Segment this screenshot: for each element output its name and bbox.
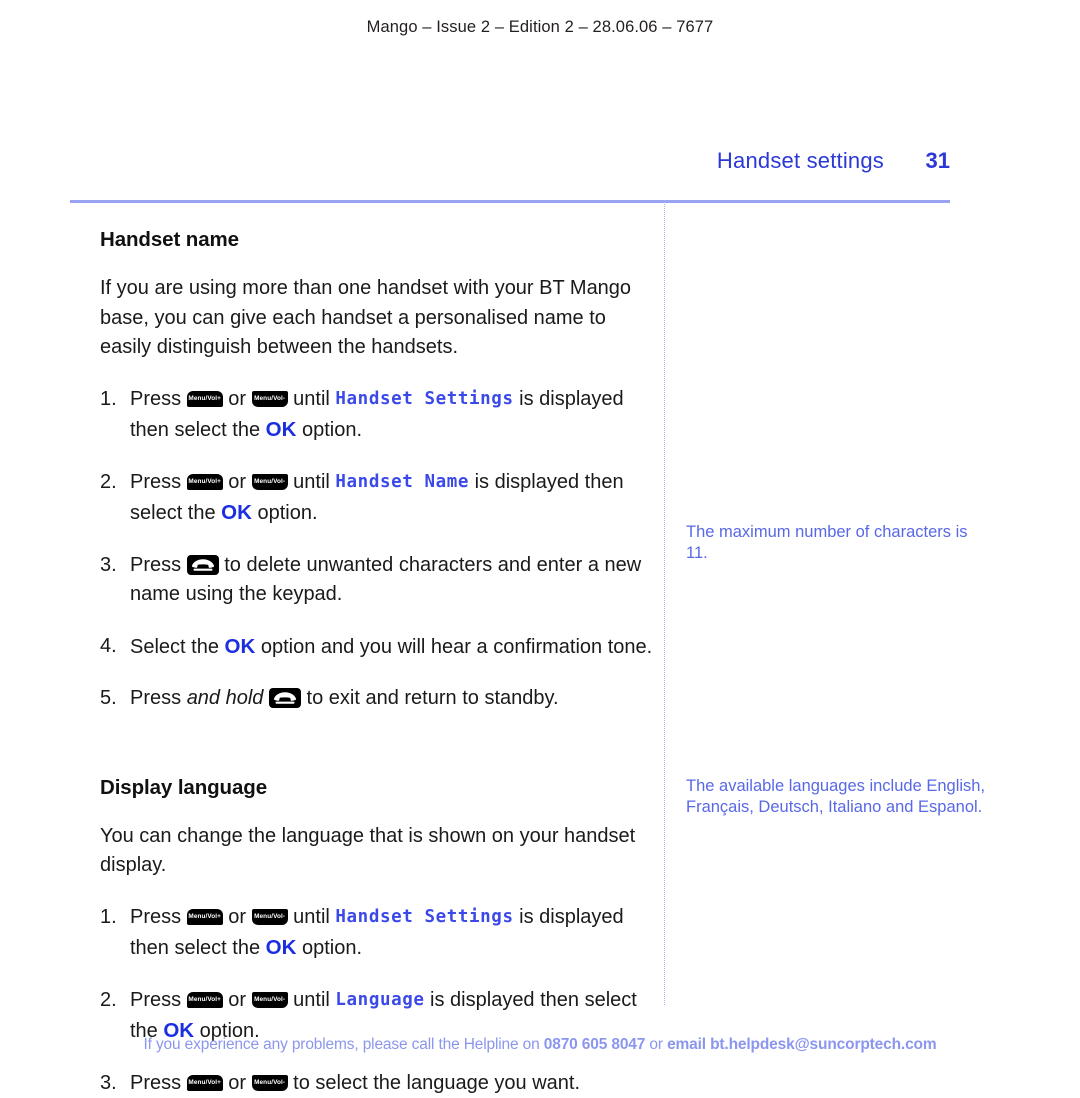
side-note-max-characters: The maximum number of characters is 11. bbox=[686, 522, 986, 563]
menu-vol-down-key-icon[interactable]: Menu/Vol- bbox=[252, 1075, 288, 1091]
lcd-display-text: Handset Settings bbox=[335, 907, 513, 927]
section-heading: Display language bbox=[100, 776, 660, 800]
step-text: Press bbox=[130, 1072, 187, 1094]
section-intro-paragraph: You can change the language that is show… bbox=[100, 822, 660, 881]
emphasis-text: and hold bbox=[187, 687, 264, 709]
step-text: until bbox=[288, 388, 336, 410]
step-text: until bbox=[288, 906, 336, 928]
step-text: or bbox=[223, 471, 252, 493]
ok-option-label: OK bbox=[221, 501, 252, 524]
step-text: Press bbox=[130, 906, 187, 928]
page-footer: If you experience any problems, please c… bbox=[0, 1036, 1080, 1054]
step-item: 2. Press Menu/Vol+ or Menu/Vol- until Han… bbox=[100, 468, 660, 529]
step-text: or bbox=[223, 906, 252, 928]
step-text: or bbox=[223, 388, 252, 410]
lcd-display-text: Handset Settings bbox=[335, 389, 513, 409]
lcd-display-text: Handset Name bbox=[335, 472, 469, 492]
header-rule bbox=[70, 200, 950, 203]
step-text: until bbox=[288, 471, 336, 493]
footer-phone-number: 0870 605 8047 bbox=[544, 1036, 646, 1053]
step-item: 3.Press to delete unwanted characters an… bbox=[100, 551, 660, 610]
section-heading: Handset name bbox=[100, 228, 660, 252]
step-number: 4. bbox=[100, 632, 122, 662]
step-text: option. bbox=[296, 937, 362, 959]
step-text: Press bbox=[130, 554, 187, 576]
menu-vol-down-key-icon[interactable]: Menu/Vol- bbox=[252, 474, 288, 490]
menu-vol-down-key-icon[interactable]: Menu/Vol- bbox=[252, 992, 288, 1008]
step-number: 2. bbox=[100, 986, 122, 1016]
footer-email: email bt.helpdesk@suncorptech.com bbox=[667, 1036, 936, 1053]
step-text: Press bbox=[130, 388, 187, 410]
menu-vol-up-key-icon[interactable]: Menu/Vol+ bbox=[187, 1075, 223, 1091]
menu-vol-up-key-icon[interactable]: Menu/Vol+ bbox=[187, 992, 223, 1008]
footer-middle: or bbox=[645, 1036, 667, 1053]
ok-option-label: OK bbox=[266, 936, 297, 959]
section-intro-paragraph: If you are using more than one handset w… bbox=[100, 274, 660, 363]
step-text: or bbox=[223, 1072, 252, 1094]
step-text: option. bbox=[252, 502, 318, 524]
step-number: 1. bbox=[100, 903, 122, 933]
menu-vol-down-key-icon[interactable]: Menu/Vol- bbox=[252, 909, 288, 925]
step-text: Press bbox=[130, 989, 187, 1011]
step-number: 3. bbox=[100, 551, 122, 581]
step-text: until bbox=[288, 989, 336, 1011]
step-list: 1. Press Menu/Vol+ or Menu/Vol- until Han… bbox=[100, 385, 660, 714]
step-text: to exit and return to standby. bbox=[301, 687, 559, 709]
step-text: or bbox=[223, 989, 252, 1011]
page-number: 31 bbox=[884, 148, 950, 174]
step-text: option and you will hear a confirmation … bbox=[255, 636, 652, 658]
column-divider bbox=[664, 200, 665, 1005]
menu-vol-down-key-icon[interactable]: Menu/Vol- bbox=[252, 391, 288, 407]
ok-option-label: OK bbox=[225, 635, 256, 658]
side-note-available-languages: The available languages include English,… bbox=[686, 776, 986, 817]
end-call-handset-icon[interactable] bbox=[187, 555, 219, 575]
step-item: 4. Select the OK option and you will hear… bbox=[100, 632, 660, 663]
menu-vol-up-key-icon[interactable]: Menu/Vol+ bbox=[187, 391, 223, 407]
chapter-title: Handset settings bbox=[717, 148, 884, 174]
ok-option-label: OK bbox=[266, 418, 297, 441]
running-header: Mango – Issue 2 – Edition 2 – 28.06.06 –… bbox=[0, 18, 1080, 37]
menu-vol-up-key-icon[interactable]: Menu/Vol+ bbox=[187, 474, 223, 490]
step-text: option. bbox=[296, 419, 362, 441]
step-text: Press bbox=[130, 687, 187, 709]
step-item: 1. Press Menu/Vol+ or Menu/Vol- until Han… bbox=[100, 903, 660, 964]
step-item: 1. Press Menu/Vol+ or Menu/Vol- until Han… bbox=[100, 385, 660, 446]
step-text: Select the bbox=[130, 636, 225, 658]
main-text-column: Handset name If you are using more than o… bbox=[100, 228, 660, 1098]
step-number: 2. bbox=[100, 468, 122, 498]
page-head: Handset settings 31 bbox=[70, 148, 950, 174]
footer-lead: If you experience any problems, please c… bbox=[143, 1036, 543, 1053]
step-number: 3. bbox=[100, 1069, 122, 1098]
menu-vol-up-key-icon[interactable]: Menu/Vol+ bbox=[187, 909, 223, 925]
step-list: 1. Press Menu/Vol+ or Menu/Vol- until Han… bbox=[100, 903, 660, 1098]
end-call-handset-icon[interactable] bbox=[269, 688, 301, 708]
step-number: 1. bbox=[100, 385, 122, 415]
step-text: Press bbox=[130, 471, 187, 493]
step-number: 5. bbox=[100, 684, 122, 714]
step-item: 3. Press Menu/Vol+ or Menu/Vol- to select… bbox=[100, 1069, 660, 1098]
step-item: 5. Press and hold to exit and return to s… bbox=[100, 684, 660, 714]
step-text: to select the language you want. bbox=[288, 1072, 580, 1094]
lcd-display-text: Language bbox=[335, 990, 424, 1010]
